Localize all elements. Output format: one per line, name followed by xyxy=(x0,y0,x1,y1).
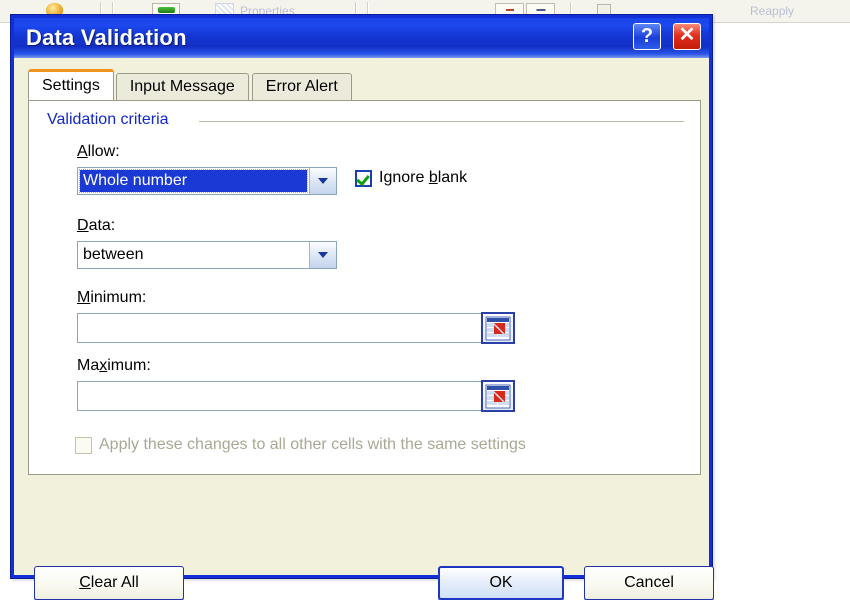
data-label-text: ata: xyxy=(88,217,116,234)
data-selected-value: between xyxy=(83,246,144,263)
tab-settings[interactable]: Settings xyxy=(28,69,114,100)
green-check-icon xyxy=(355,169,372,187)
validation-criteria-heading: Validation criteria xyxy=(47,111,177,129)
allow-label-text: llow: xyxy=(87,143,120,160)
allow-selected-value: Whole number xyxy=(79,169,308,193)
help-button[interactable]: ? xyxy=(633,23,661,50)
dialog-body: Settings Input Message Error Alert Valid… xyxy=(14,58,714,600)
tab-input-message[interactable]: Input Message xyxy=(115,73,249,100)
chevron-down-icon[interactable] xyxy=(309,242,336,268)
ignore-blank-label: Ignore blank xyxy=(379,169,468,186)
minimum-field-row xyxy=(77,312,515,344)
minimum-label: Minimum: xyxy=(77,289,146,307)
close-x-icon: ✕ xyxy=(678,24,696,46)
minimum-input[interactable] xyxy=(77,313,513,343)
cancel-button[interactable]: Cancel xyxy=(584,566,714,600)
maximum-label-text: imum: xyxy=(107,357,151,374)
maximum-field-row xyxy=(77,380,515,412)
minimum-label-text: inimum: xyxy=(90,289,147,306)
minimum-label-key: M xyxy=(77,289,91,306)
question-mark-icon: ? xyxy=(640,25,654,47)
tab-input-message-label: Input Message xyxy=(129,78,235,95)
tab-error-alert-label: Error Alert xyxy=(265,78,338,95)
clear-all-button[interactable]: Clear All xyxy=(34,566,184,600)
ignore-blank-checkbox[interactable]: Ignore blank xyxy=(355,169,467,187)
allow-label-key: A xyxy=(77,143,88,160)
tab-error-alert[interactable]: Error Alert xyxy=(251,73,352,100)
apply-all-cells-checkbox[interactable]: Apply these changes to all other cells w… xyxy=(75,436,526,454)
settings-tab-panel: Validation criteria Allow: Whole number … xyxy=(28,100,701,475)
range-selector-icon[interactable] xyxy=(481,312,515,344)
close-button[interactable]: ✕ xyxy=(673,23,701,50)
group-divider xyxy=(199,121,684,123)
data-validation-dialog: Data Validation ? ✕ Settings Input Messa… xyxy=(10,14,714,600)
tab-settings-label: Settings xyxy=(42,77,100,94)
tabstrip: Settings Input Message Error Alert xyxy=(28,69,355,100)
chevron-down-icon[interactable] xyxy=(309,168,336,194)
clear-all-label: Clear All xyxy=(79,574,139,591)
checkbox-box-icon xyxy=(75,436,92,454)
apply-all-cells-label: Apply these changes to all other cells w… xyxy=(99,436,526,453)
range-selector-icon[interactable] xyxy=(481,380,515,412)
allow-label: Allow: xyxy=(77,143,120,161)
allow-combobox[interactable]: Whole number xyxy=(77,167,337,195)
maximum-label: Maximum: xyxy=(77,357,151,375)
data-combobox[interactable]: between xyxy=(77,241,337,269)
data-label-key: D xyxy=(77,217,89,234)
background-reapply-label: Reapply xyxy=(750,4,795,18)
maximum-label-pre: Ma xyxy=(77,357,100,374)
ok-label: OK xyxy=(489,574,513,591)
data-label: Data: xyxy=(77,217,115,235)
ok-button[interactable]: OK xyxy=(438,566,564,600)
maximum-input[interactable] xyxy=(77,381,513,411)
dialog-title: Data Validation xyxy=(26,25,187,50)
dialog-titlebar[interactable]: Data Validation ? ✕ xyxy=(14,18,709,58)
cancel-label: Cancel xyxy=(624,574,674,591)
